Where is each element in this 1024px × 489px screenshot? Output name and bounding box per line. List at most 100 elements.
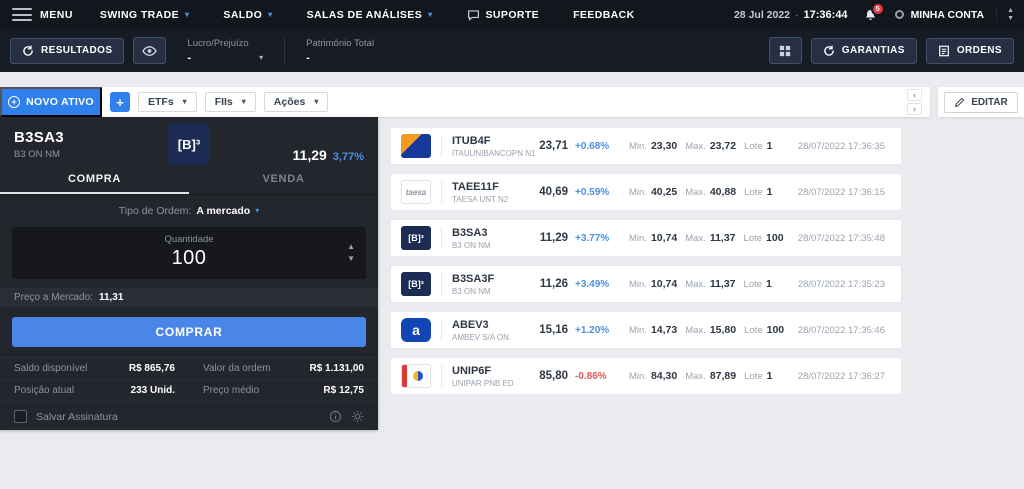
row-price: 85,80	[528, 370, 568, 382]
scroll-right-button[interactable]: ›	[907, 103, 922, 115]
row-min: 14,73	[651, 324, 677, 336]
row-timestamp: 28/07/2022 17:36:35	[798, 141, 891, 152]
divider	[441, 273, 442, 295]
refresh-icon	[823, 45, 835, 57]
step-up-icon[interactable]: ▲	[347, 243, 355, 251]
save-signature-label: Salvar Assinatura	[36, 411, 118, 423]
novo-ativo-button[interactable]: + NOVO ATIVO	[0, 87, 102, 117]
ordens-button[interactable]: ORDENS	[926, 38, 1014, 64]
scroll-left-button[interactable]: ‹	[907, 89, 922, 101]
order-value: R$ 1.131,00	[310, 363, 365, 374]
max-label: Max.	[685, 371, 706, 382]
row-ticker: UNIP6F	[452, 365, 528, 377]
row-min: 10,74	[651, 232, 677, 244]
garantias-button[interactable]: GARANTIAS	[811, 38, 917, 64]
chevron-up-icon: ▲	[1007, 7, 1014, 14]
min-label: Min.	[629, 233, 647, 244]
divider	[441, 181, 442, 203]
menu-label[interactable]: MENU	[40, 9, 73, 21]
lote-label: Lote	[744, 279, 763, 290]
b3-logo	[401, 272, 431, 296]
market-price-row: Preço a Mercado: 11,31	[0, 288, 378, 307]
row-company: UNIPAR PNB ED	[452, 379, 528, 388]
row-min: 23,30	[651, 140, 677, 152]
row-max: 23,72	[710, 140, 736, 152]
row-max: 11,37	[710, 232, 736, 244]
tab-venda[interactable]: VENDA	[189, 165, 378, 194]
resultados-button[interactable]: RESULTADOS	[10, 38, 124, 64]
order-list-icon	[938, 45, 950, 57]
max-label: Max.	[685, 325, 706, 336]
taesa-logo	[401, 180, 431, 204]
info-icon[interactable]	[329, 410, 342, 423]
gear-icon[interactable]	[351, 410, 364, 423]
watchlist-row[interactable]: B3SA3 B3 ON NM 11,29 +3.77% Min. 10,74 M…	[390, 219, 902, 257]
datetime: 28 Jul 2022 · 17:36:44	[734, 9, 848, 21]
order-type-dropdown[interactable]: Tipo de Ordem: A mercado ▾	[0, 195, 378, 219]
nav-feedback[interactable]: FEEDBACK	[556, 0, 652, 29]
divider	[284, 38, 285, 64]
row-company: B3 ON NM	[452, 241, 528, 250]
row-change: +3.77%	[575, 233, 621, 244]
notification-badge: 5	[871, 2, 885, 16]
chevron-down-icon[interactable]: ▾	[259, 53, 263, 62]
buy-sell-tabs: COMPRA VENDA	[0, 165, 378, 195]
asset-price: 11,29	[293, 147, 327, 163]
row-company: B3 ON NM	[452, 287, 528, 296]
divider	[441, 365, 442, 387]
watchlist-row[interactable]: B3SA3F B3 ON NM 11,26 +3.49% Min. 10,74 …	[390, 265, 902, 303]
time-label: 17:36:44	[804, 9, 848, 21]
acoes-filter-dropdown[interactable]: Ações ▾	[264, 92, 329, 112]
row-min: 40,25	[651, 186, 677, 198]
plus-circle-icon: +	[8, 96, 20, 108]
row-timestamp: 28/07/2022 17:36:15	[798, 187, 891, 198]
filters-strip: + ETFs ▾ FIIs ▾ Ações ▾ ‹ ›	[102, 87, 930, 117]
watchlist-row[interactable]: ABEV3 AMBEV S/A ON 15,16 +1.20% Min. 14,…	[390, 311, 902, 349]
available-balance: R$ 865,76	[129, 363, 175, 374]
add-filter-button[interactable]: +	[110, 92, 130, 112]
visibility-toggle-button[interactable]	[133, 37, 166, 64]
min-label: Min.	[629, 279, 647, 290]
row-change: -0.86%	[575, 371, 621, 382]
account-menu[interactable]: MINHA CONTA	[895, 9, 985, 21]
row-change: +1.20%	[575, 325, 621, 336]
asset-company: B3 ON NM	[14, 149, 64, 160]
expand-collapse-control[interactable]: ▲ ▼	[996, 7, 1014, 22]
nav-swing-trade[interactable]: SWING TRADE ▾	[83, 0, 207, 29]
tab-compra[interactable]: COMPRA	[0, 165, 189, 194]
editar-button[interactable]: EDITAR	[944, 92, 1017, 113]
nav-salas-de-analises[interactable]: SALAS DE ANÁLISES ▾	[290, 0, 450, 29]
lote-label: Lote	[744, 233, 763, 244]
nav-saldo[interactable]: SALDO ▾	[206, 0, 289, 29]
quantity-input[interactable]: Quantidade 100 ▲ ▼	[12, 227, 366, 279]
row-change: +0.68%	[575, 141, 621, 152]
divider	[441, 319, 442, 341]
chevron-down-icon: ▾	[242, 98, 246, 106]
row-min: 10,74	[651, 278, 677, 290]
notifications-button[interactable]: 5	[864, 8, 877, 22]
watchlist-row[interactable]: UNIP6F UNIPAR PNB ED 85,80 -0.86% Min. 8…	[390, 357, 902, 395]
b3-logo	[168, 123, 210, 165]
row-change: +0.59%	[575, 187, 621, 198]
row-price: 11,26	[528, 278, 568, 290]
watchlist-row[interactable]: ITUB4F ITAUUNIBANCOPN N1 23,71 +0.68% Mi…	[390, 127, 902, 165]
layout-grid-button[interactable]	[769, 37, 802, 64]
lote-label: Lote	[744, 325, 763, 336]
current-position: 233 Unid.	[131, 385, 175, 396]
min-label: Min.	[629, 141, 647, 152]
quantity-value: 100	[12, 247, 366, 270]
comprar-button[interactable]: COMPRAR	[12, 317, 366, 347]
row-lote: 1	[766, 278, 772, 290]
etfs-filter-dropdown[interactable]: ETFs ▾	[138, 92, 197, 112]
row-timestamp: 28/07/2022 17:35:48	[798, 233, 891, 244]
fiis-filter-dropdown[interactable]: FIIs ▾	[205, 92, 256, 112]
watchlist-row[interactable]: TAEE11F TAESA UNT N2 40,69 +0.59% Min. 4…	[390, 173, 902, 211]
row-max: 87,89	[710, 370, 736, 382]
lote-label: Lote	[744, 371, 763, 382]
save-signature-checkbox[interactable]	[14, 410, 27, 423]
hamburger-menu-icon[interactable]	[12, 8, 32, 21]
max-label: Max.	[685, 279, 706, 290]
nav-suporte[interactable]: SUPORTE	[450, 0, 557, 29]
step-down-icon[interactable]: ▼	[347, 255, 355, 263]
refresh-icon	[22, 45, 34, 57]
